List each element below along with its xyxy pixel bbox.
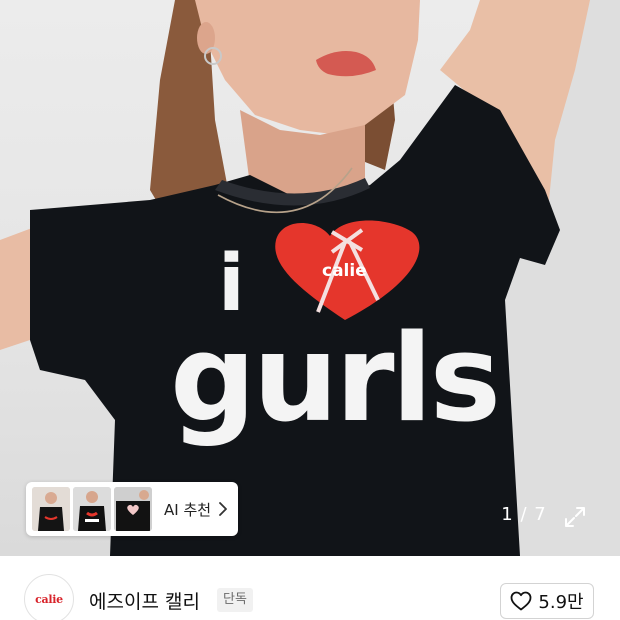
brand-logo[interactable]: calie (24, 574, 74, 620)
brand-logo-text: calie (35, 592, 63, 606)
ai-recommend-label: AI 추천 (164, 500, 212, 519)
product-image[interactable]: i calie gurls AI 추천 1 / 7 (0, 0, 620, 556)
expand-icon (565, 507, 585, 527)
ai-thumbnail-1 (32, 487, 70, 531)
thumbnail-3-image (114, 487, 152, 531)
ai-recommend-chip[interactable]: AI 추천 (26, 482, 238, 536)
brand-name[interactable]: 에즈이프 캘리 (89, 587, 200, 614)
like-count: 5.9만 (538, 592, 584, 613)
ai-thumbnail-2 (73, 487, 111, 531)
brand-bar: calie 에즈이프 캘리 단독 5.9만 (0, 556, 620, 620)
thumbnail-1-image (32, 487, 70, 531)
print-gurls: gurls (170, 310, 498, 449)
image-counter: 1 / 7 (501, 504, 547, 525)
exclusive-badge: 단독 (217, 588, 253, 612)
heart-icon (511, 591, 532, 611)
product-screen: i calie gurls AI 추천 1 / 7 calie 에즈이프 캘리 … (0, 0, 620, 620)
print-heart-text: calie (322, 261, 367, 281)
product-photo-illustration: i calie gurls (0, 0, 620, 556)
expand-button[interactable] (560, 502, 590, 532)
chevron-right-icon (219, 502, 227, 516)
ai-thumbnail-3 (114, 487, 152, 531)
thumbnail-2-image (73, 487, 111, 531)
like-button[interactable]: 5.9만 (500, 583, 594, 619)
ai-thumbnails (32, 487, 152, 531)
